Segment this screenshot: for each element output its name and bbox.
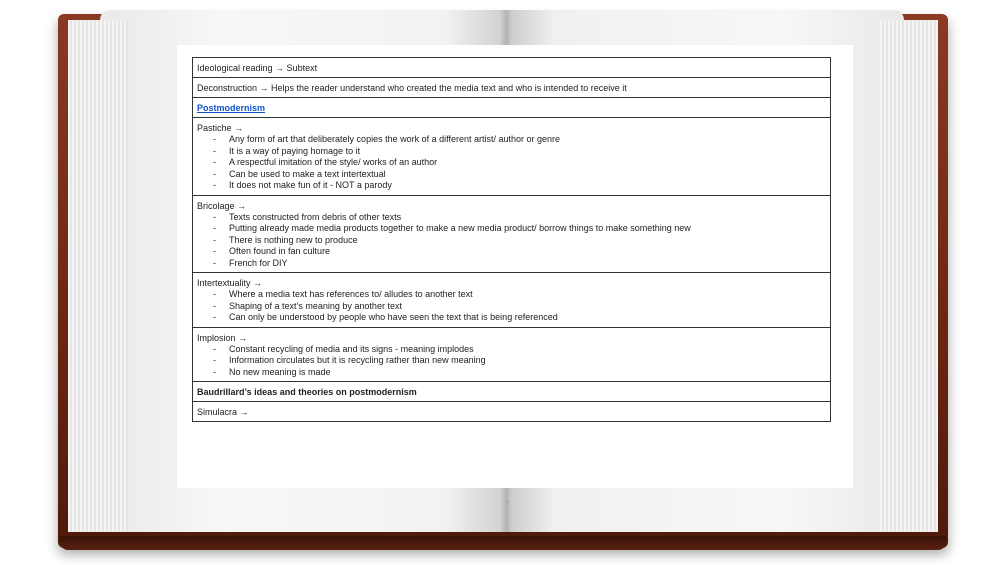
page-number: 7 [505,500,509,508]
simulacra-cell: Simulacra → [192,401,831,422]
book-bottom-edge [60,536,946,550]
baudrillard-heading-cell: Baudrillard’s ideas and theories on post… [192,381,831,402]
bricolage-cell: Bricolage → Texts constructed from debri… [192,194,831,273]
list-item: French for DIY [213,258,826,270]
document-sheet: Ideological reading → Subtext Deconstruc… [177,45,853,488]
implosion-list: Constant recycling of media and its sign… [197,344,826,379]
list-item: Can only be understood by people who hav… [213,312,826,324]
intertextuality-heading: Intertextuality → [197,278,263,288]
list-item: Often found in fan culture [213,246,826,258]
page-edges-right [880,20,938,532]
notes-table: Ideological reading → Subtext Deconstruc… [192,57,831,422]
list-item: Can be used to make a text intertextual [213,169,826,181]
table-row: Bricolage → Texts constructed from debri… [192,194,831,273]
implosion-heading: Implosion → [197,332,248,343]
table-row: Postmodernism [192,97,831,118]
table-row: Ideological reading → Subtext [192,57,831,78]
list-item: Shaping of a text’s meaning by another t… [213,301,826,313]
deconstruction-cell: Deconstruction → Helps the reader unders… [192,77,831,98]
list-item: Information circulates but it is recycli… [213,355,826,367]
table-row: Pastiche → Any form of art that delibera… [192,117,831,196]
list-item: Where a media text has references to/ al… [213,289,826,301]
postmodernism-cell: Postmodernism [192,97,831,118]
list-item: A respectful imitation of the style/ wor… [213,157,826,169]
pastiche-list: Any form of art that deliberately copies… [197,134,826,192]
intertextuality-list: Where a media text has references to/ al… [197,289,826,324]
list-item: It does not make fun of it - NOT a parod… [213,180,826,192]
implosion-cell: Implosion → Constant recycling of media … [192,326,831,382]
page-edges-left [68,20,128,532]
list-item: There is nothing new to produce [213,235,826,247]
list-item: Any form of art that deliberately copies… [213,134,826,146]
pastiche-heading: Pastiche → [197,123,244,133]
table-row: Simulacra → [192,401,831,422]
bricolage-heading: Bricolage → [197,200,247,211]
bricolage-list: Texts constructed from debris of other t… [197,212,826,270]
table-row: Implosion → Constant recycling of media … [192,326,831,382]
list-item: It is a way of paying homage to it [213,146,826,158]
intertextuality-cell: Intertextuality → Where a media text has… [192,272,831,328]
table-row: Intertextuality → Where a media text has… [192,272,831,328]
list-item: Putting already made media products toge… [213,223,826,235]
ideological-reading-cell: Ideological reading → Subtext [192,57,831,78]
list-item: No new meaning is made [213,367,826,379]
table-row: Baudrillard’s ideas and theories on post… [192,381,831,402]
list-item: Texts constructed from debris of other t… [213,212,826,224]
list-item: Constant recycling of media and its sign… [213,344,826,356]
postmodernism-link[interactable]: Postmodernism [197,103,265,113]
table-row: Deconstruction → Helps the reader unders… [192,77,831,98]
pastiche-cell: Pastiche → Any form of art that delibera… [192,117,831,196]
